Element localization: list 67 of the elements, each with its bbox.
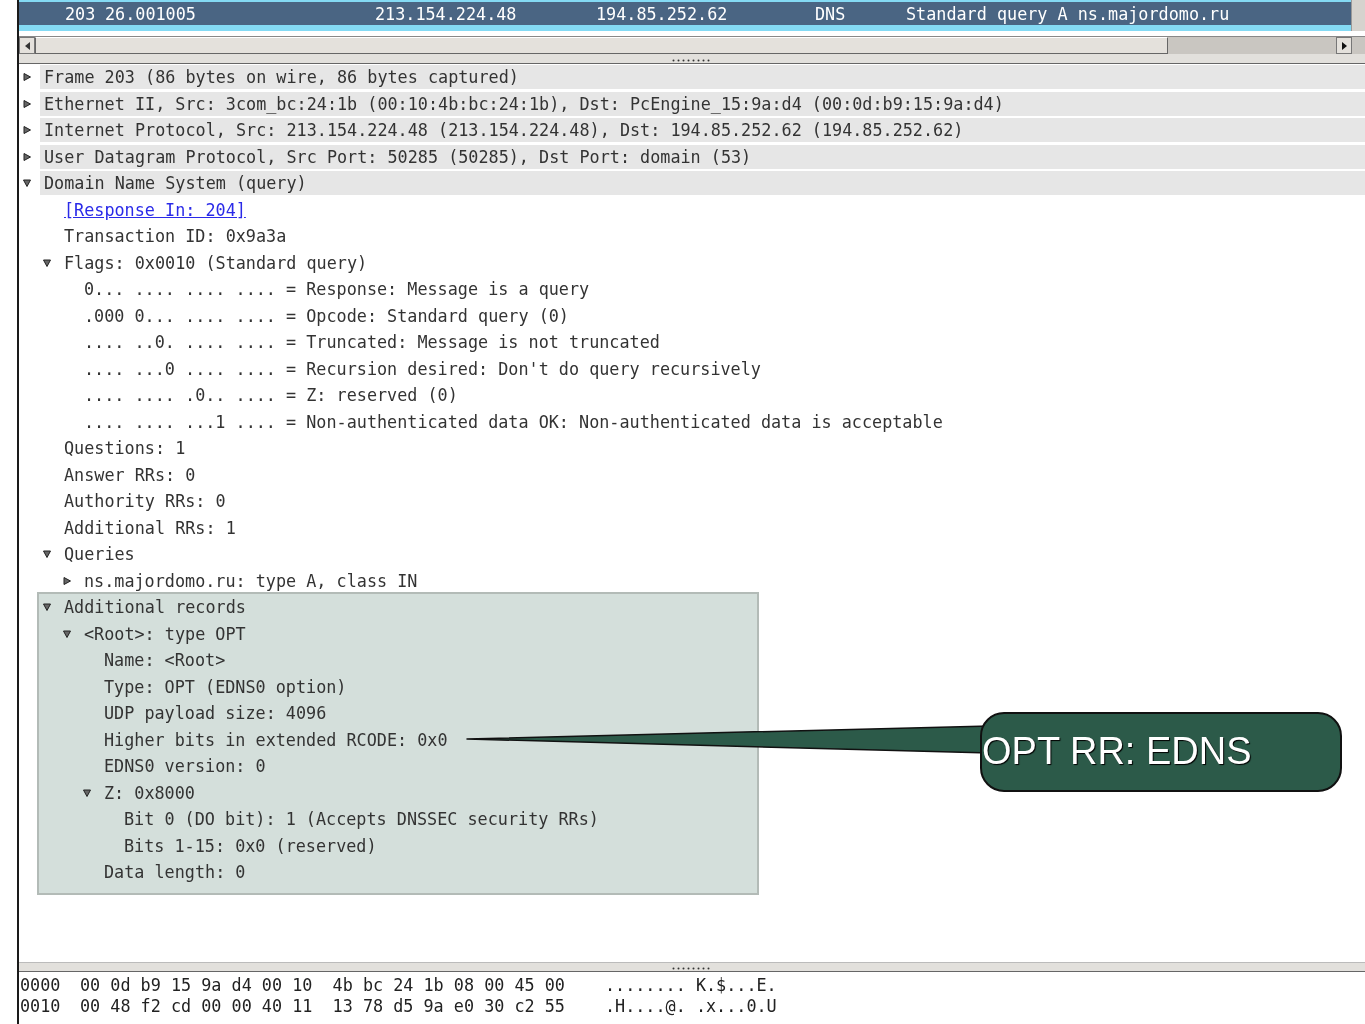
horizontal-scrollbar[interactable] bbox=[19, 36, 1365, 54]
tree-item[interactable]: .000 0... .... .... = Opcode: Standard query (0) bbox=[80, 304, 569, 327]
caret-down-icon[interactable] bbox=[43, 258, 51, 267]
tree-item[interactable]: Authority RRs: 0 bbox=[60, 490, 226, 513]
tree-item[interactable]: .... ...0 .... .... = Recursion desired: Don't do query recursively bbox=[80, 357, 761, 380]
caret-down-icon[interactable] bbox=[43, 550, 51, 559]
tree-item[interactable]: Additional RRs: 1 bbox=[60, 516, 236, 539]
protocol-label: DNS bbox=[815, 3, 847, 24]
tree-item[interactable]: Questions: 1 bbox=[60, 437, 186, 460]
hex-offset: 0000 bbox=[20, 974, 60, 995]
caret-right-icon[interactable] bbox=[23, 99, 31, 108]
tree-item[interactable]: .... ..0. .... .... = Truncated: Message is not truncated bbox=[80, 331, 660, 354]
hex-bytes: 00 48 f2 cd 00 00 40 11 13 78 d5 9a e0 30 c2 55 bbox=[80, 995, 565, 1016]
tree-node[interactable]: <Root>: type OPT bbox=[80, 622, 246, 645]
hex-offset: 0010 bbox=[20, 995, 60, 1016]
caret-down-icon[interactable] bbox=[63, 629, 71, 638]
packet-time: 26.001005 bbox=[105, 3, 197, 24]
tree-item[interactable]: 0... .... .... .... = Response: Message is a query bbox=[80, 278, 590, 301]
tree-node[interactable]: Frame 203 (86 bytes on wire, 86 bytes captured) bbox=[40, 65, 1365, 90]
tree-item[interactable]: .... .... .0.. .... = Z: reserved (0) bbox=[80, 384, 458, 407]
tree-node[interactable]: User Datagram Protocol, Src Port: 50285 (50285), Dst Port: domain (53) bbox=[40, 144, 1365, 169]
caret-right-icon[interactable] bbox=[23, 152, 31, 161]
scroll-left-button[interactable] bbox=[19, 37, 35, 54]
arrow-right-icon bbox=[1341, 41, 1347, 50]
pane-splitter[interactable] bbox=[19, 54, 1365, 64]
response-link[interactable]: [Response In: 204] bbox=[64, 198, 246, 221]
hex-ascii: .H....@. .x...0.U bbox=[604, 995, 777, 1016]
caret-right-icon[interactable] bbox=[23, 73, 31, 82]
tree-item[interactable]: Name: <Root> bbox=[100, 649, 226, 672]
arrow-left-icon bbox=[24, 41, 30, 50]
hex-bytes: 00 0d b9 15 9a d4 00 10 4b bc 24 1b 08 00 45 00 bbox=[80, 974, 565, 995]
tree-node[interactable]: Internet Protocol, Src: 213.154.224.48 (213.154.224.48), Dst: 194.85.252.62 (194.85.252.62) bbox=[40, 118, 1365, 143]
tree-item[interactable]: Answer RRs: 0 bbox=[60, 463, 196, 486]
grip-dots-icon bbox=[672, 967, 712, 970]
hex-ascii: ........ K.$...E. bbox=[604, 974, 777, 995]
scroll-right-button[interactable] bbox=[1336, 37, 1352, 54]
packet-row[interactable]: 203 26.001005 213.154.224.48 194.85.252.62 DNS Standard query A ns.majordomo.ru bbox=[19, 2, 1351, 25]
tree-item[interactable]: Transaction ID: 0x9a3a bbox=[60, 225, 287, 248]
caret-down-icon[interactable] bbox=[83, 788, 91, 797]
scrollbar-thumb[interactable] bbox=[35, 37, 1168, 54]
tree-item[interactable]: Higher bits in extended RCODE: 0x0 bbox=[100, 728, 448, 751]
caret-right-icon[interactable] bbox=[63, 576, 71, 585]
tree-node[interactable]: Additional records bbox=[60, 596, 246, 619]
tree-node[interactable]: Domain Name System (query) bbox=[40, 171, 1365, 196]
caret-right-icon[interactable] bbox=[23, 126, 31, 135]
tree-item[interactable]: Data length: 0 bbox=[100, 861, 246, 884]
tree-item[interactable]: Bit 0 (DO bit): 1 (Accepts DNSSEC security RRs) bbox=[120, 808, 599, 831]
grip-dots-icon bbox=[672, 59, 712, 62]
pane-splitter[interactable] bbox=[19, 962, 1365, 972]
packet-number: 203 bbox=[65, 3, 97, 24]
tree-item[interactable]: Type: OPT (EDNS0 option) bbox=[100, 675, 347, 698]
caret-down-icon[interactable] bbox=[23, 179, 31, 188]
info-text: Standard query A ns.majordomo.ru bbox=[906, 3, 1231, 24]
tree-node[interactable]: ns.majordomo.ru: type A, class IN bbox=[80, 569, 418, 592]
caret-down-icon[interactable] bbox=[43, 603, 51, 612]
vertical-scrollbar[interactable] bbox=[1351, 0, 1365, 31]
tree-item[interactable]: EDNS0 version: 0 bbox=[100, 755, 266, 778]
tree-node[interactable]: Flags: 0x0010 (Standard query) bbox=[60, 251, 368, 274]
tree-node[interactable]: Z: 0x8000 bbox=[100, 781, 195, 804]
source-address: 213.154.224.48 bbox=[375, 3, 518, 24]
tree-node[interactable]: Ethernet II, Src: 3com_bc:24:1b (00:10:4b:bc:24:1b), Dst: PcEngine_15:9a:d4 (00:0d:b9:15:9a:d4) bbox=[40, 91, 1365, 116]
tree-node[interactable]: Queries bbox=[60, 543, 135, 566]
tree-item[interactable]: Bits 1-15: 0x0 (reserved) bbox=[120, 834, 377, 857]
destination-address: 194.85.252.62 bbox=[596, 3, 729, 24]
tree-item[interactable]: .... .... ...1 .... = Non-authenticated data OK: Non-authenticated data is acceptable bbox=[80, 410, 943, 433]
tree-item[interactable]: UDP payload size: 4096 bbox=[100, 702, 327, 725]
callout-box: OPT RR: EDNS bbox=[980, 712, 1342, 792]
